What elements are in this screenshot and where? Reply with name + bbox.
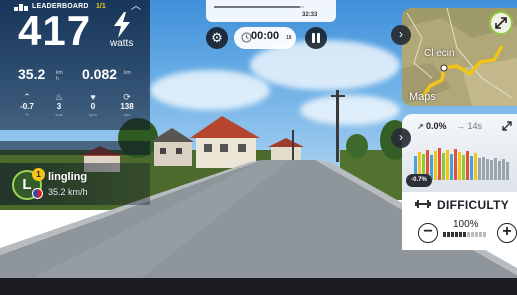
elevation-expand-icon[interactable] — [500, 119, 514, 133]
leaderboard-row[interactable]: L 1 lingling 35.2 km/h — [0, 163, 150, 205]
cadence-icon: ⟳ — [123, 92, 131, 102]
settings-gear-button[interactable]: ⚙ — [206, 27, 228, 49]
metric-value: 0 — [90, 102, 96, 111]
rider-name: lingling — [48, 171, 88, 183]
flame-icon: ♨ — [54, 92, 64, 102]
next-segment: → 14s — [456, 121, 482, 131]
leaderboard-bars-icon — [14, 4, 28, 11]
distance-value: 0.082 — [82, 66, 118, 82]
map-collapse-button[interactable]: › — [391, 25, 411, 45]
utility-pole — [336, 90, 339, 162]
power-unit: watts — [110, 38, 134, 49]
route-progress-panel — [206, 0, 336, 22]
elapsed-time-main: 00:00 — [251, 30, 280, 42]
utility-pole — [292, 130, 294, 164]
chevron-up-icon[interactable]: ︿ — [130, 1, 142, 13]
elapsed-time-fraction: 18 — [286, 35, 292, 41]
difficulty-percent: 100% — [453, 219, 479, 230]
metric-label: bpm — [89, 112, 97, 117]
distance-unit: km — [124, 70, 131, 76]
cloud — [150, 70, 270, 110]
difficulty-title: DIFFICULTY — [437, 198, 510, 212]
speed-unit: km h — [56, 70, 63, 82]
rank-badge: 1 — [32, 168, 45, 181]
map-expand-button[interactable] — [489, 11, 513, 35]
metric-label: rpm — [123, 112, 131, 117]
next-segment-value: 14s — [467, 121, 483, 131]
grade-pill: -0.7% — [406, 174, 432, 187]
metric-grade: ⌃ -0.7 % — [14, 92, 40, 117]
leaderboard-title: LEADERBOARD — [32, 3, 89, 10]
metric-label: % — [25, 112, 29, 117]
power-value: 417 — [18, 7, 92, 54]
current-grade: ↗ 0.0% — [417, 121, 446, 131]
speed-value: 35.2 — [18, 66, 46, 82]
current-grade-value: 0.0% — [425, 121, 447, 131]
elevation-collapse-button[interactable]: › — [391, 128, 411, 148]
metric-value: 138 — [120, 102, 134, 111]
lightning-bolt-icon — [114, 12, 130, 38]
expand-arrows-icon — [495, 17, 507, 29]
difficulty-increase-button[interactable]: + — [497, 223, 517, 243]
rider-speed: 35.2 km/h — [48, 187, 88, 197]
elevation-icon: ⌃ — [23, 92, 31, 102]
dumbbell-icon — [415, 200, 431, 208]
utility-pole — [331, 95, 345, 97]
tree — [346, 134, 368, 158]
metric-value: -0.7 — [20, 102, 34, 111]
map-place-label: Cl ecin — [424, 48, 455, 59]
metric-heart-rate: ♥ 0 bpm — [80, 92, 106, 117]
metric-calories: ♨ 3 kcal — [46, 92, 72, 117]
difficulty-level-bar — [443, 232, 486, 237]
metric-cadence: ⟳ 138 rpm — [114, 92, 140, 117]
heart-icon: ♥ — [90, 92, 96, 102]
arrow-right-icon: → — [456, 121, 468, 131]
metric-value: 3 — [56, 102, 62, 111]
cloud — [300, 95, 400, 125]
pause-button[interactable] — [305, 27, 327, 49]
difficulty-decrease-button[interactable]: − — [418, 223, 438, 243]
country-flag-icon — [32, 188, 43, 199]
leaderboard-count: 1/1 — [96, 3, 106, 10]
maps-brand-label: Maps — [409, 91, 436, 103]
chevron-right-icon: › — [399, 27, 403, 41]
metric-label: kcal — [55, 112, 63, 117]
chevron-right-icon: › — [399, 130, 403, 144]
maps-brand-text: Maps — [409, 91, 436, 103]
route-progress-fill — [214, 6, 300, 8]
speed-unit-bottom: h — [56, 76, 59, 82]
route-remaining-time: 32:33 — [302, 12, 318, 18]
gear-icon: ⚙ — [211, 30, 223, 45]
grade-trend-icon: ↗ — [417, 122, 426, 131]
house — [268, 138, 304, 162]
leaderboard-header[interactable] — [0, 141, 150, 155]
